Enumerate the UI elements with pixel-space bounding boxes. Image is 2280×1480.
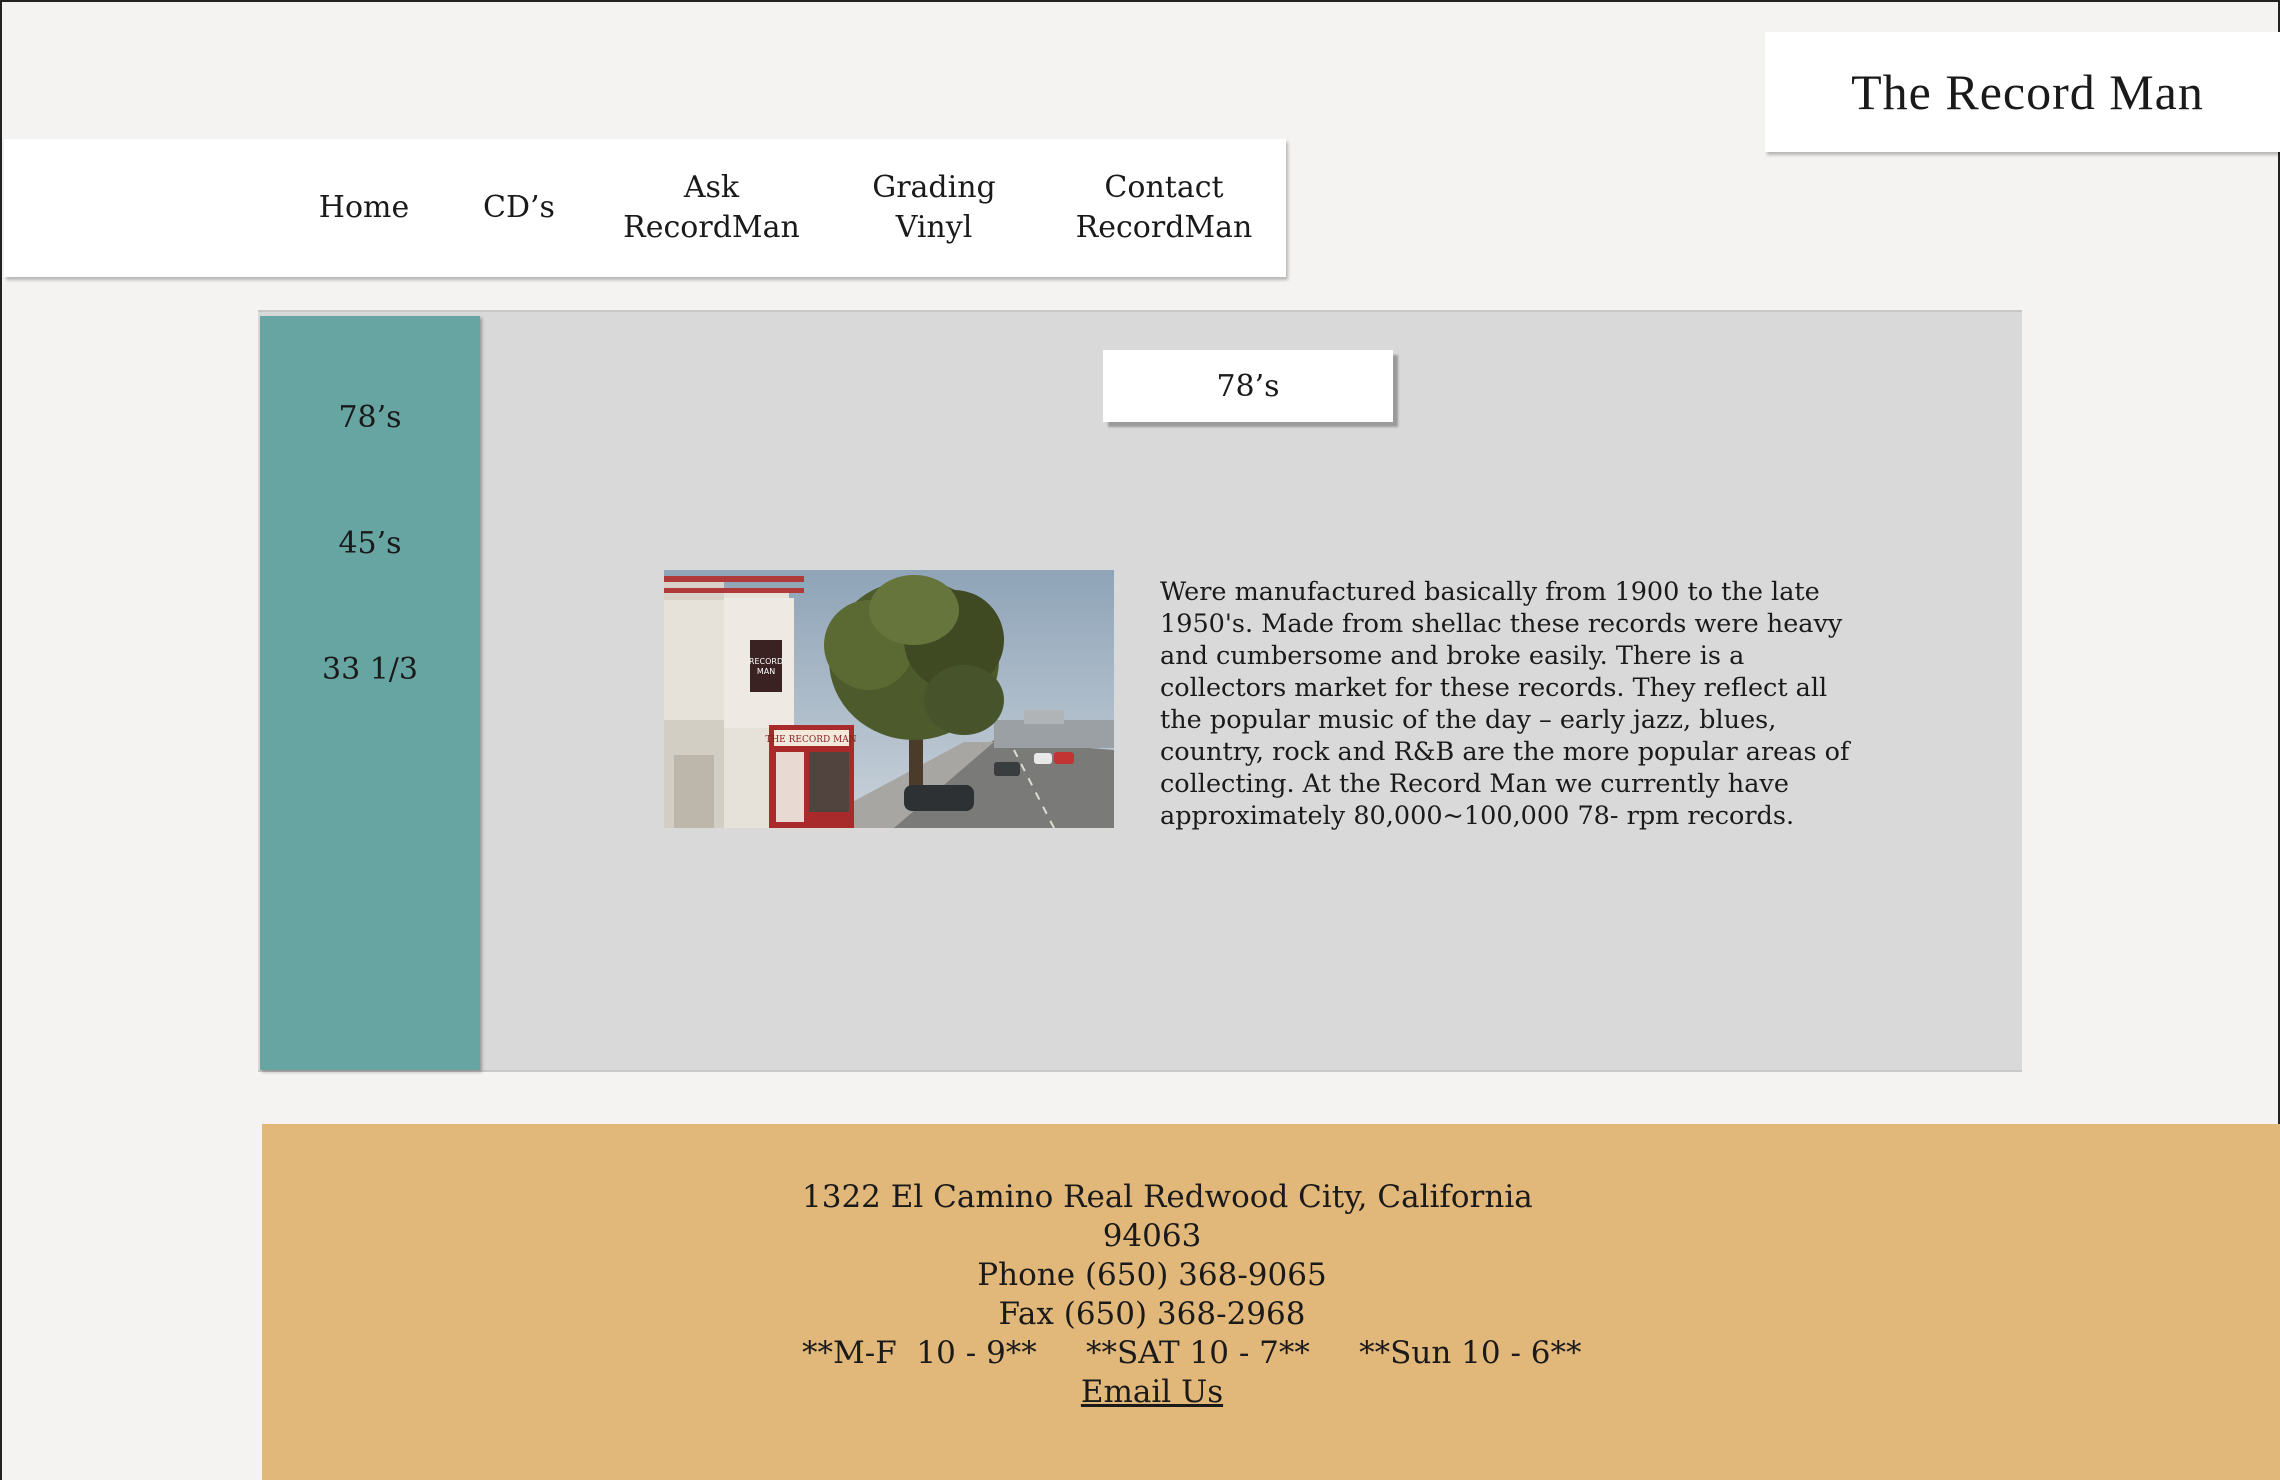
format-sidebar: 78’s 45’s 33 1/3 [260, 316, 480, 1070]
nav-cds[interactable]: CD’s [464, 139, 574, 277]
footer-address-line2: 94063 [1102, 1218, 1202, 1254]
nav-ask-recordman[interactable]: Ask RecordMan [614, 139, 809, 277]
footer-fax: Fax (650) 368-2968 [998, 1296, 1306, 1332]
sidebar-item-33-1-3[interactable]: 33 1/3 [260, 652, 480, 687]
footer-phone: Phone (650) 368-9065 [977, 1257, 1327, 1293]
storefront-illustration: RECORD MAN THE RECORD MAN [664, 570, 1114, 828]
nav-contact-recordman[interactable]: Contact RecordMan [1064, 139, 1264, 277]
footer-address-line1: 1322 El Camino Real Redwood City, Califo… [802, 1179, 1533, 1215]
section-heading: 78’s [1216, 368, 1280, 404]
footer-hours: **M-F 10 - 9** **SAT 10 - 7** **Sun 10 -… [802, 1335, 1582, 1371]
sidebar-item-45s[interactable]: 45’s [260, 526, 480, 561]
top-nav: Home CD’s Ask RecordMan Grading Vinyl Co… [4, 139, 1286, 277]
svg-text:MAN: MAN [757, 667, 775, 676]
sidebar-item-78s[interactable]: 78’s [260, 400, 480, 435]
footer: 1322 El Camino Real Redwood City, Califo… [262, 1124, 2280, 1480]
description-text: Were manufactured basically from 1900 to… [1160, 577, 1850, 831]
nav-home[interactable]: Home [304, 139, 424, 277]
nav-grading-vinyl[interactable]: Grading Vinyl [854, 139, 1014, 277]
section-heading-box: 78’s [1103, 350, 1393, 422]
side-logo-text: RECORD [749, 657, 783, 666]
email-us-link[interactable]: Email Us [1081, 1374, 1223, 1410]
site-title-box: The Record Man [1765, 32, 2280, 152]
site-title: The Record Man [1851, 64, 2204, 120]
storefront-photo: RECORD MAN THE RECORD MAN [664, 570, 1114, 828]
storefront-sign: THE RECORD MAN [765, 735, 856, 745]
footer-contact-block: 1322 El Camino Real Redwood City, Califo… [802, 1178, 1582, 1412]
